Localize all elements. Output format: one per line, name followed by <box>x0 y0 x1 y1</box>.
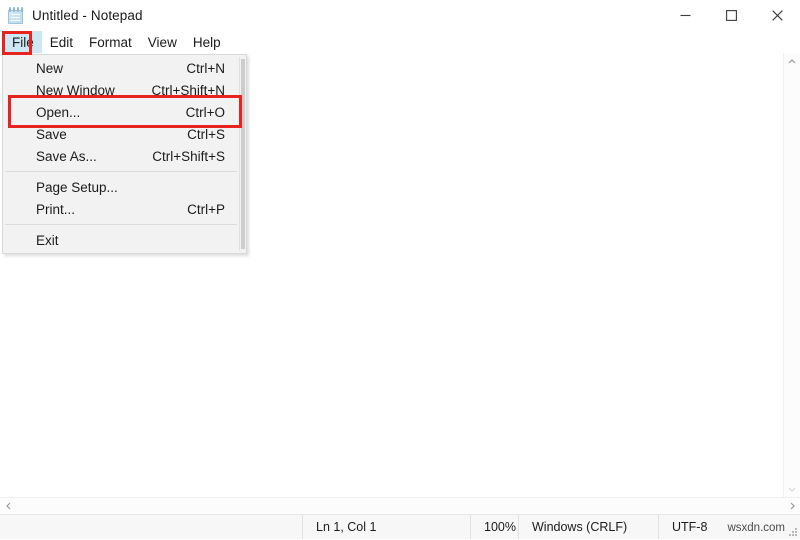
status-zoom[interactable]: 100% <box>470 515 518 539</box>
menu-item-page-setup[interactable]: Page Setup... <box>3 176 239 198</box>
close-button[interactable] <box>754 0 800 31</box>
menu-item-save-as-accel: Ctrl+Shift+S <box>152 149 225 164</box>
file-dropdown-items: New Ctrl+N New Window Ctrl+Shift+N Open.… <box>3 57 239 251</box>
close-icon <box>772 10 783 21</box>
notepad-icon <box>7 7 25 25</box>
window-title: Untitled - Notepad <box>32 8 143 23</box>
file-dropdown-menu: New Ctrl+N New Window Ctrl+Shift+N Open.… <box>2 54 247 254</box>
menu-item-exit[interactable]: Exit <box>3 229 239 251</box>
scroll-down-icon[interactable] <box>784 480 800 497</box>
menu-scrollbar[interactable] <box>239 57 246 251</box>
watermark: wsxdn.com <box>727 515 785 540</box>
menubar-item-view[interactable]: View <box>140 31 185 53</box>
vertical-scrollbar[interactable] <box>783 53 800 497</box>
horizontal-scroll-track[interactable] <box>17 498 800 515</box>
menu-item-save-label: Save <box>36 127 187 142</box>
notepad-window: Untitled - Notepad File <box>0 0 800 539</box>
status-spacer <box>0 515 302 539</box>
window-controls <box>662 0 800 31</box>
menubar-item-edit[interactable]: Edit <box>42 31 81 53</box>
menu-item-new-window-accel: Ctrl+Shift+N <box>151 83 225 98</box>
menubar-item-file-label: File <box>12 35 34 50</box>
menu-item-print-label: Print... <box>36 202 187 217</box>
menu-item-open-accel: Ctrl+O <box>186 105 225 120</box>
menubar-item-view-label: View <box>148 35 177 50</box>
minimize-icon <box>680 10 691 21</box>
status-line-ending: Windows (CRLF) <box>518 515 658 539</box>
maximize-button[interactable] <box>708 0 754 31</box>
menu-item-exit-label: Exit <box>36 233 225 248</box>
horizontal-scrollbar[interactable] <box>0 497 800 514</box>
menu-item-new-window-label: New Window <box>36 83 151 98</box>
menubar-item-file[interactable]: File <box>4 31 42 53</box>
menu-item-page-setup-label: Page Setup... <box>36 180 225 195</box>
scroll-right-icon[interactable] <box>783 498 800 515</box>
menu-item-open[interactable]: Open... Ctrl+O <box>3 101 239 123</box>
menu-item-new[interactable]: New Ctrl+N <box>3 57 239 79</box>
scroll-left-icon[interactable] <box>0 498 17 515</box>
status-bar: Ln 1, Col 1 100% Windows (CRLF) UTF-8 ws… <box>0 514 800 539</box>
status-position: Ln 1, Col 1 <box>302 515 470 539</box>
scroll-up-icon[interactable] <box>784 53 800 70</box>
menu-item-print-accel: Ctrl+P <box>187 202 225 217</box>
menubar-item-format-label: Format <box>89 35 132 50</box>
vertical-scroll-track[interactable] <box>784 70 800 497</box>
menubar-item-help-label: Help <box>193 35 221 50</box>
menu-item-save-as-label: Save As... <box>36 149 152 164</box>
menu-item-open-label: Open... <box>36 105 186 120</box>
menu-item-save-accel: Ctrl+S <box>187 127 225 142</box>
maximize-icon <box>726 10 737 21</box>
menubar-item-help[interactable]: Help <box>185 31 229 53</box>
menu-item-new-window[interactable]: New Window Ctrl+Shift+N <box>3 79 239 101</box>
menu-item-new-label: New <box>36 61 186 76</box>
menu-separator-2 <box>5 224 237 225</box>
menu-item-save-as[interactable]: Save As... Ctrl+Shift+S <box>3 145 239 167</box>
title-bar: Untitled - Notepad <box>0 0 800 31</box>
status-encoding: UTF-8 <box>659 515 707 539</box>
minimize-button[interactable] <box>662 0 708 31</box>
menu-item-new-accel: Ctrl+N <box>186 61 225 76</box>
menu-bar: File Edit Format View Help <box>0 31 800 53</box>
menubar-item-edit-label: Edit <box>50 35 73 50</box>
resize-grip[interactable] <box>789 528 798 537</box>
menubar-item-format[interactable]: Format <box>81 31 140 53</box>
menu-item-save[interactable]: Save Ctrl+S <box>3 123 239 145</box>
menu-item-print[interactable]: Print... Ctrl+P <box>3 198 239 220</box>
menu-separator-1 <box>5 171 237 172</box>
